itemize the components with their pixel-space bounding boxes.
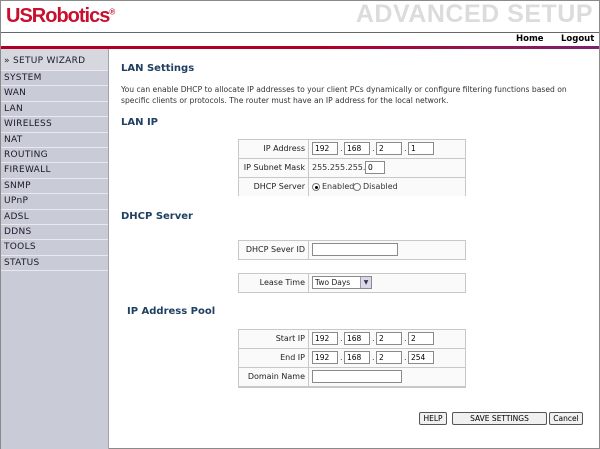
ip-octet-2[interactable] bbox=[344, 142, 370, 155]
dhcp-server-row: DHCP Server Enabled Disabled bbox=[239, 178, 465, 196]
subnet-mask-row: IP Subnet Mask 255.255.255. bbox=[239, 159, 465, 177]
sidebar-item-firewall[interactable]: FIREWALL bbox=[1, 163, 108, 179]
end-ip-octet-3[interactable] bbox=[376, 351, 402, 364]
start-ip-octet-3[interactable] bbox=[376, 332, 402, 345]
lease-time-select[interactable]: Two Days ▼ bbox=[312, 276, 372, 289]
save-settings-button[interactable]: SAVE SETTINGS bbox=[452, 412, 547, 425]
sidebar-item-upnp[interactable]: UPnP bbox=[1, 194, 108, 210]
domain-name-label: Domain Name bbox=[247, 372, 305, 381]
lease-time-table: Lease Time Two Days ▼ bbox=[238, 273, 466, 293]
logo-registered-mark: ® bbox=[109, 7, 116, 17]
sidebar-item-wireless[interactable]: WIRELESS bbox=[1, 117, 108, 133]
help-button[interactable]: HELP bbox=[419, 412, 447, 425]
usrobotics-logo: USRobotics® bbox=[6, 5, 115, 28]
subnet-mask-label: IP Subnet Mask bbox=[243, 163, 305, 172]
start-ip-label: Start IP bbox=[275, 334, 305, 343]
start-ip-octet-2[interactable] bbox=[344, 332, 370, 345]
start-ip-octet-1[interactable] bbox=[312, 332, 338, 345]
ip-address-row: IP Address . . . bbox=[239, 140, 465, 158]
dhcp-server-heading: DHCP Server bbox=[121, 211, 193, 222]
dhcp-server-label: DHCP Server bbox=[253, 182, 305, 191]
ip-dot-separator: . bbox=[404, 334, 407, 343]
ip-address-pool-heading: IP Address Pool bbox=[127, 306, 216, 317]
ip-address-label: IP Address bbox=[263, 144, 305, 153]
dhcp-server-id-label: DHCP Sever ID bbox=[245, 245, 305, 254]
subnet-mask-prefix: 255.255.255. bbox=[312, 163, 366, 172]
sidebar-item-system[interactable]: SYSTEM bbox=[1, 71, 108, 87]
ip-pool-table: Start IP . . . End IP . . . Domain Name bbox=[238, 329, 466, 388]
advanced-setup-banner: ADVANCED SETUP bbox=[355, 0, 593, 28]
dhcp-enabled-label: Enabled bbox=[322, 182, 355, 191]
main-content: LAN Settings You can enable DHCP to allo… bbox=[109, 49, 599, 449]
dhcp-server-id-row: DHCP Sever ID bbox=[239, 241, 465, 259]
ip-octet-1[interactable] bbox=[312, 142, 338, 155]
ip-dot-separator: . bbox=[340, 334, 343, 343]
logout-link[interactable]: Logout bbox=[561, 34, 594, 44]
sidebar-item-adsl[interactable]: ADSL bbox=[1, 210, 108, 225]
ip-dot-separator: . bbox=[372, 144, 375, 153]
ip-dot-separator: . bbox=[372, 334, 375, 343]
start-ip-row: Start IP . . . bbox=[239, 330, 465, 348]
dhcp-server-id-input[interactable] bbox=[312, 243, 398, 256]
page-description: You can enable DHCP to allocate IP addre… bbox=[121, 85, 567, 105]
ip-dot-separator: . bbox=[404, 144, 407, 153]
chevron-down-icon: ▼ bbox=[360, 277, 371, 288]
top-nav: Home Logout bbox=[1, 32, 599, 46]
ip-octet-4[interactable] bbox=[408, 142, 434, 155]
end-ip-octet-4[interactable] bbox=[408, 351, 434, 364]
logo-text: USRobotics bbox=[6, 5, 110, 27]
sidebar-item-routing[interactable]: ROUTING bbox=[1, 148, 108, 164]
end-ip-octet-1[interactable] bbox=[312, 351, 338, 364]
page-title: LAN Settings bbox=[121, 63, 195, 74]
sidebar-item-lan[interactable]: LAN bbox=[1, 102, 108, 118]
ip-dot-separator: . bbox=[404, 353, 407, 362]
start-ip-octet-4[interactable] bbox=[408, 332, 434, 345]
dhcp-disabled-label: Disabled bbox=[363, 182, 398, 191]
ip-dot-separator: . bbox=[372, 353, 375, 362]
lease-time-value: Two Days bbox=[315, 278, 351, 287]
dhcp-enabled-radio[interactable] bbox=[312, 183, 320, 191]
end-ip-row: End IP . . . bbox=[239, 349, 465, 367]
domain-name-input[interactable] bbox=[312, 370, 402, 383]
domain-name-row: Domain Name bbox=[239, 368, 465, 386]
end-ip-label: End IP bbox=[280, 353, 305, 362]
cancel-button[interactable]: Cancel bbox=[549, 412, 583, 425]
ip-octet-3[interactable] bbox=[376, 142, 402, 155]
lease-time-row: Lease Time Two Days ▼ bbox=[239, 274, 465, 292]
sidebar-item-status[interactable]: STATUS bbox=[1, 256, 108, 272]
dhcp-server-id-table: DHCP Sever ID bbox=[238, 240, 466, 260]
home-link[interactable]: Home bbox=[516, 34, 544, 44]
subnet-mask-last-octet[interactable] bbox=[365, 161, 385, 174]
sidebar: » SETUP WIZARD SYSTEM WAN LAN WIRELESS N… bbox=[1, 49, 109, 449]
sidebar-item-ddns[interactable]: DDNS bbox=[1, 225, 108, 241]
sidebar-item-wan[interactable]: WAN bbox=[1, 86, 108, 102]
lan-ip-table: IP Address . . . IP Subnet Mask 255.255.… bbox=[238, 139, 466, 196]
lan-ip-heading: LAN IP bbox=[121, 117, 159, 128]
dhcp-disabled-radio[interactable] bbox=[353, 183, 361, 191]
sidebar-item-setup-wizard[interactable]: » SETUP WIZARD bbox=[1, 49, 108, 71]
header: USRobotics® ADVANCED SETUP bbox=[1, 0, 599, 32]
ip-dot-separator: . bbox=[340, 353, 343, 362]
lease-time-label: Lease Time bbox=[259, 278, 305, 287]
sidebar-item-tools[interactable]: TOOLS bbox=[1, 240, 108, 256]
sidebar-item-snmp[interactable]: SNMP bbox=[1, 179, 108, 195]
sidebar-item-nat[interactable]: NAT bbox=[1, 133, 108, 148]
end-ip-octet-2[interactable] bbox=[344, 351, 370, 364]
ip-dot-separator: . bbox=[340, 144, 343, 153]
